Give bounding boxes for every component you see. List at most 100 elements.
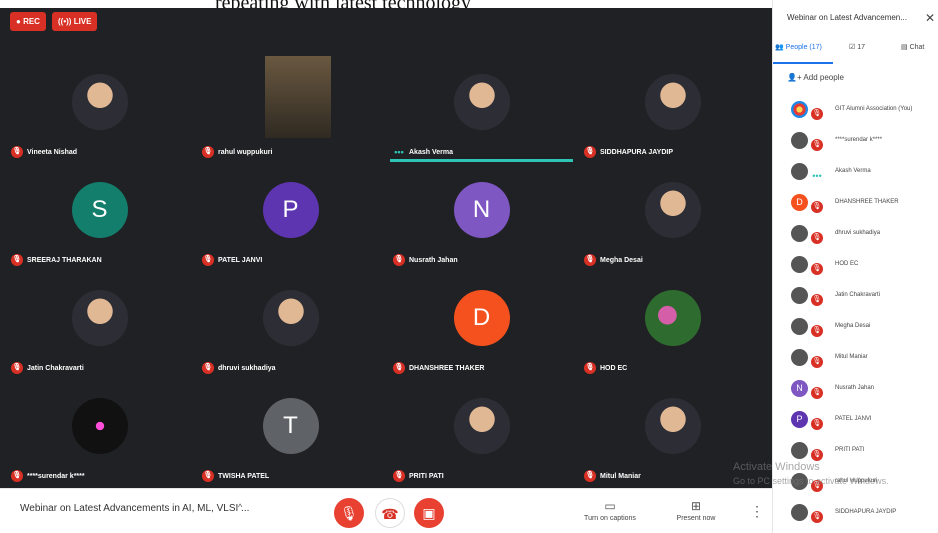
list-item[interactable]: D 🎙 DHANSHREE THAKER [773,189,938,220]
participant-tile[interactable]: 🎙 HOD EC [581,272,764,378]
participant-nameplate: 🎙 rahul wuppukuri [202,145,272,159]
more-options-icon[interactable]: ⋮ [750,503,764,520]
mic-toggle-button[interactable]: 🎙 [334,498,364,528]
participant-tile[interactable]: S 🎙 SREERAJ THARAKAN [8,164,191,270]
profile-photo [791,132,808,149]
participant-grid: 🎙 Vineeta Nishad 🎙 rahul wuppukuri ••• Akash … [8,56,768,488]
participant-nameplate: 🎙 PATEL JANVI [202,253,262,267]
captions-button[interactable]: ▭ Turn on captions [580,499,640,522]
letter-avatar: P [262,182,319,238]
participant-tile[interactable]: 🎙 Megha Desai [581,164,764,270]
letter-avatar: T [262,398,319,454]
list-item[interactable]: 🎙 dhruvi sukhadiya [773,220,938,251]
participant-name: Megha Desai [835,323,871,329]
profile-photo [644,74,701,130]
bottom-control-bar: Webinar on Latest Advancements in AI, ML… [0,488,772,533]
list-item[interactable]: 🎙 Jatin Chakravarti [773,282,938,313]
profile-photo [644,182,701,238]
captions-icon: ▭ [604,499,616,513]
participant-nameplate: ••• Akash Verma [393,145,453,159]
captions-label: Turn on captions [584,515,636,522]
tab-chat[interactable]: ▤ Chat [901,43,924,51]
mic-off-icon: 🎙 [811,263,823,275]
list-item[interactable]: N 🎙 Nusrath Jahan [773,375,938,406]
list-item[interactable]: 🎙 GIT Alumni Association (You) [773,96,938,127]
list-item[interactable]: 🎙 ****surendar k**** [773,127,938,158]
mic-off-icon: 🎙 [811,294,823,306]
profile-photo [453,74,510,130]
participant-tile[interactable]: 🎙 Jatin Chakravarti [8,272,191,378]
meet-window: repeating with latest technology ● REC (… [0,0,938,533]
people-panel: Webinar on Latest Advancemen... ✕ 👥 Peop… [772,0,938,533]
participant-tile[interactable]: 🎙 rahul wuppukuri [199,56,382,162]
participant-name: TWISHA PATEL [218,472,270,480]
list-item[interactable]: 🎙 Mitul Maniar [773,344,938,375]
meeting-top-bar: ● REC ((•)) LIVE [0,8,772,56]
mic-off-icon: 🎙 [811,232,823,244]
participant-name: Vineeta Nishad [27,148,78,156]
participant-tile[interactable]: 🎙 SIDDHAPURA JAYDIP [581,56,764,162]
participant-name: Megha Desai [600,256,643,264]
profile-photo [644,290,701,346]
people-icon: 👥 [775,44,784,51]
present-label: Present now [676,515,716,522]
participant-name: SREERAJ THARAKAN [27,256,102,264]
participant-tile[interactable]: T 🎙 TWISHA PATEL [199,380,382,486]
list-item[interactable]: 🎙 Megha Desai [773,313,938,344]
profile-photo [791,287,808,304]
mic-off-icon: 🎙 [11,362,23,374]
participant-tile[interactable]: 🎙 PRITI PATI [390,380,573,486]
hang-up-icon: ☎ [381,506,399,522]
participant-name: Jatin Chakravarti [835,292,881,298]
tab-chat-label: Chat [909,44,925,51]
add-people-button[interactable]: 👤+ Add people [787,73,844,82]
mic-off-icon: 🎙 [811,139,823,151]
participant-name: PRITI PATI [835,447,865,453]
participant-nameplate: 🎙 DHANSHREE THAKER [393,361,484,375]
mic-off-icon: 🎙 [811,201,823,213]
participant-tile[interactable]: N 🎙 Nusrath Jahan [390,164,573,270]
present-icon: ⊞ [690,499,702,513]
letter-avatar: D [453,290,510,346]
participant-name: Akash Verma [835,168,871,174]
letter-avatar: S [71,182,128,238]
participant-tile[interactable]: D 🎙 DHANSHREE THAKER [390,272,573,378]
participant-tile[interactable]: 🎙 ****surendar k**** [8,380,191,486]
profile-photo [791,504,808,521]
participant-name: dhruvi sukhadiya [218,364,276,372]
profile-photo [71,74,128,130]
participant-nameplate: 🎙 ****surendar k**** [11,469,85,483]
participant-name: rahul wuppukuri [218,148,273,156]
camera-toggle-button[interactable]: ▣ [414,498,444,528]
meeting-title[interactable]: Webinar on Latest Advancements in AI, ML… [20,503,249,514]
profile-photo [453,398,510,454]
present-now-button[interactable]: ⊞ Present now [666,499,726,522]
list-item[interactable]: 🎙 HOD EC [773,251,938,282]
mic-off-icon: 🎙 [340,505,358,521]
chevron-up-icon[interactable]: ^ [238,502,242,512]
participant-nameplate: 🎙 Megha Desai [584,253,643,267]
tab-people[interactable]: 👥 People (17) [775,43,822,51]
profile-photo [71,398,128,454]
participant-tile[interactable]: ••• Akash Verma [390,56,573,162]
active-tab-indicator [773,62,833,64]
participant-nameplate: 🎙 Nusrath Jahan [393,253,458,267]
participant-tile[interactable]: 🎙 Vineeta Nishad [8,56,191,162]
tab-activities[interactable]: ☑ 17 [849,43,865,51]
participant-name: dhruvi sukhadiya [835,230,881,236]
participant-tile[interactable]: P 🎙 PATEL JANVI [199,164,382,270]
mic-off-icon: 🎙 [393,362,405,374]
letter-avatar: N [453,182,510,238]
participant-nameplate: 🎙 dhruvi sukhadiya [202,361,276,375]
close-icon[interactable]: ✕ [925,11,935,25]
list-item[interactable]: P 🎙 PATEL JANVI [773,406,938,437]
list-item[interactable]: 🎙 SIDDHAPURA JAYDIP [773,499,938,530]
list-item[interactable]: ••• Akash Verma [773,158,938,189]
mic-off-icon: 🎙 [584,254,596,266]
mic-off-icon: 🎙 [202,146,214,158]
leave-call-button[interactable]: ☎ [375,498,405,528]
recording-badge: ● REC [10,12,46,31]
mic-off-icon: 🎙 [811,108,823,120]
participant-tile[interactable]: 🎙 dhruvi sukhadiya [199,272,382,378]
tab-people-label: People (17) [785,44,822,51]
